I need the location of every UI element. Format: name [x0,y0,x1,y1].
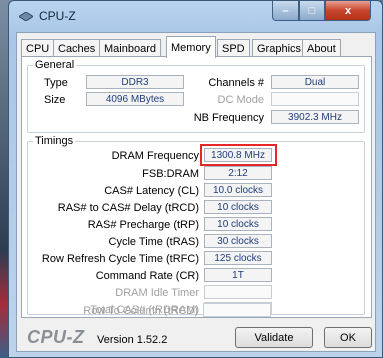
tab-cpu[interactable]: CPU [21,39,55,57]
timing-value-trfc: 125 clocks [204,251,272,265]
tab-mainboard[interactable]: Mainboard [99,39,161,57]
cpuz-logo: CPU-Z [27,327,85,347]
timing-label-tras: Cycle Time (tRAS) [108,236,199,248]
timing-label-row-to-column: Row To Column (tRCD) [83,305,198,317]
tab-bar: CPU Caches Mainboard Memory SPD Graphics… [21,36,375,58]
timing-label-trcd: RAS# to CAS# Delay (tRCD) [57,202,199,214]
tab-about[interactable]: About [302,39,341,57]
timing-value-trp: 10 clocks [204,217,272,231]
maximize-button[interactable]: □ [299,1,325,21]
minimize-button[interactable]: – [272,1,299,21]
timing-value-command-rate: 1T [204,268,272,282]
general-legend: General [35,59,75,71]
type-label: Type [44,77,68,89]
close-icon: x [344,4,352,17]
size-label: Size [44,94,66,106]
memory-panel: General Type DDR3 Size 4096 MBytes Chann… [21,56,372,318]
timings-legend: Timings [35,135,74,147]
channels-value: Dual [271,75,359,89]
timing-value-dram-idle-timer [204,285,272,299]
type-value: DDR3 [86,75,184,89]
red-highlight-box [200,144,277,166]
timing-label-fsb-dram: FSB:DRAM [142,168,199,180]
tab-memory[interactable]: Memory [166,36,216,58]
client-area: CPU Caches Mainboard Memory SPD Graphics… [16,32,376,352]
nb-frequency-value: 3902.3 MHz [271,110,359,124]
cpuz-window: CPU-Z – □ x CPU Caches Mainboard Memory … [8,0,383,358]
timing-value-tras: 30 clocks [204,234,272,248]
timing-label-cas-latency: CAS# Latency (CL) [104,185,199,197]
ok-button[interactable]: OK [324,327,372,348]
footer-bar: CPU-Z Version 1.52.2 Validate OK [17,323,377,353]
timing-label-dram-idle-timer: DRAM Idle Timer [115,287,199,299]
version-label: Version 1.52.2 [97,334,168,346]
dc-mode-label: DC Mode [217,94,264,106]
channels-label: Channels # [208,77,264,89]
timing-value-trcd: 10 clocks [204,200,272,214]
title-bar[interactable]: CPU-Z – □ x [9,1,382,31]
timing-value-fsb-dram: 2:12 [204,166,272,180]
cpuz-app-icon [19,12,33,21]
timing-label-dram-frequency: DRAM Frequency [111,150,199,162]
close-button[interactable]: x [325,1,371,21]
maximize-icon: □ [308,4,316,17]
minimize-icon: – [282,4,289,17]
nb-frequency-label: NB Frequency [193,112,264,124]
dc-mode-value [271,92,359,106]
tab-caches[interactable]: Caches [53,39,101,57]
window-title: CPU-Z [39,9,76,23]
timing-label-command-rate: Command Rate (CR) [95,270,199,282]
timing-value-cas-latency: 10.0 clocks [204,183,272,197]
tab-spd[interactable]: SPD [217,39,250,57]
timing-label-trp: RAS# Precharge (tRP) [87,219,199,231]
timing-label-trfc: Row Refresh Cycle Time (tRFC) [41,253,199,265]
timing-value-row-to-column [203,303,271,317]
tab-graphics[interactable]: Graphics [252,39,307,57]
size-value: 4096 MBytes [86,92,184,106]
validate-button[interactable]: Validate [235,327,313,348]
